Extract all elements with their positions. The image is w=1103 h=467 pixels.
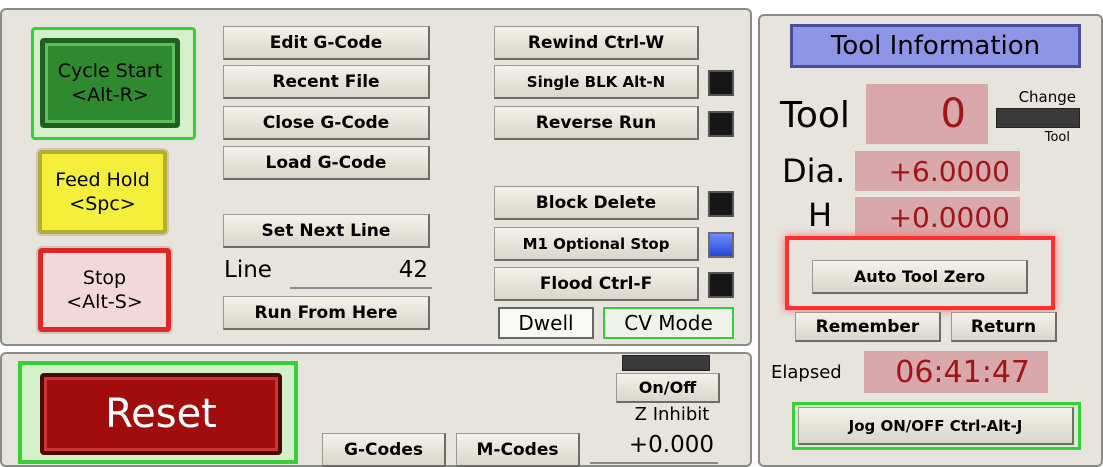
- close-gcode-button[interactable]: Close G-Code: [223, 106, 430, 140]
- diameter-label: Dia.: [782, 152, 846, 190]
- height-label: H: [808, 196, 833, 234]
- elapsed-label: Elapsed: [771, 362, 842, 383]
- z-inhibit-toggle-button[interactable]: On/Off: [616, 373, 720, 403]
- reset-button[interactable]: Reset: [40, 373, 282, 455]
- line-label: Line: [224, 257, 272, 283]
- m1-optional-stop-led: [708, 232, 734, 258]
- line-number-field[interactable]: 42: [290, 257, 432, 289]
- cycle-start-label: Cycle Start: [57, 60, 163, 82]
- change-tool-label-top: Change: [1018, 88, 1076, 106]
- run-from-here-button[interactable]: Run From Here: [223, 296, 430, 330]
- dwell-indicator: Dwell: [498, 307, 594, 339]
- m-codes-button[interactable]: M-Codes: [456, 433, 580, 467]
- feed-hold-label: Feed Hold: [55, 169, 150, 191]
- z-inhibit-led: [622, 355, 710, 371]
- jog-toggle-button[interactable]: Jog ON/OFF Ctrl-Alt-J: [798, 407, 1074, 445]
- tool-number-field[interactable]: 0: [866, 84, 988, 144]
- cv-mode-indicator: CV Mode: [603, 307, 734, 339]
- rewind-button[interactable]: Rewind Ctrl-W: [494, 26, 699, 60]
- single-block-button[interactable]: Single BLK Alt-N: [494, 65, 699, 99]
- load-gcode-button[interactable]: Load G-Code: [223, 146, 430, 180]
- reverse-run-led: [708, 111, 734, 137]
- change-tool-label-bottom: Tool: [1044, 130, 1070, 145]
- feed-hold-button[interactable]: Feed Hold <Spc>: [38, 150, 167, 234]
- elapsed-time-display: 06:41:47: [864, 351, 1048, 393]
- return-button[interactable]: Return: [951, 312, 1057, 342]
- stop-label: Stop: [82, 267, 127, 289]
- stop-shortcut: <Alt-S>: [66, 291, 143, 313]
- change-tool-button[interactable]: [996, 108, 1080, 128]
- remember-button[interactable]: Remember: [795, 312, 941, 342]
- edit-gcode-button[interactable]: Edit G-Code: [223, 26, 430, 60]
- single-block-led: [708, 70, 734, 96]
- flood-button[interactable]: Flood Ctrl-F: [494, 267, 699, 301]
- z-inhibit-value[interactable]: +0.000: [590, 432, 718, 464]
- feed-hold-shortcut: <Spc>: [69, 193, 136, 215]
- flood-led: [708, 272, 734, 298]
- diameter-field[interactable]: +6.0000: [855, 151, 1020, 191]
- block-delete-button[interactable]: Block Delete: [494, 186, 699, 220]
- stop-button[interactable]: Stop <Alt-S>: [38, 248, 171, 332]
- reverse-run-button[interactable]: Reverse Run: [494, 106, 699, 140]
- height-field[interactable]: +0.0000: [855, 197, 1020, 237]
- tool-label: Tool: [780, 95, 850, 136]
- block-delete-led: [708, 191, 734, 217]
- m1-optional-stop-button[interactable]: M1 Optional Stop: [494, 227, 699, 261]
- set-next-line-button[interactable]: Set Next Line: [223, 214, 430, 248]
- cycle-start-button[interactable]: Cycle Start <Alt-R>: [40, 38, 180, 128]
- g-codes-button[interactable]: G-Codes: [322, 433, 446, 467]
- auto-tool-zero-button[interactable]: Auto Tool Zero: [812, 260, 1028, 294]
- tool-information-title: Tool Information: [790, 24, 1081, 68]
- z-inhibit-label: Z Inhibit: [634, 404, 710, 425]
- recent-file-button[interactable]: Recent File: [223, 65, 430, 99]
- cycle-start-shortcut: <Alt-R>: [71, 84, 149, 106]
